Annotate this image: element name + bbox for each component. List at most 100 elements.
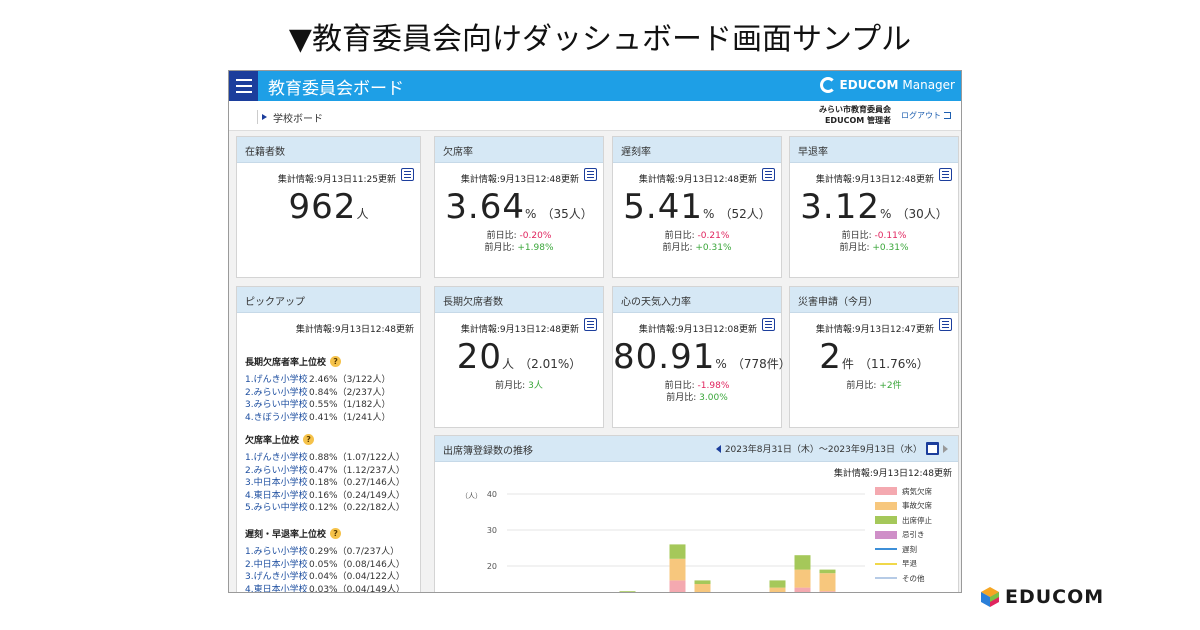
big-value: 5.41 [623, 187, 703, 227]
school-link[interactable]: 3.中日本小学校 [245, 477, 309, 490]
card-long-term-absence: 長期欠席者数 集計情報:9月13日12:48更新 20人 （2.01%） 前月比… [434, 286, 604, 428]
educom-footer-logo: EDUCOM [981, 586, 1104, 608]
calendar-icon[interactable] [926, 442, 939, 455]
card-title: 遅刻率 [613, 137, 781, 163]
y-tick-label: 40 [487, 490, 497, 499]
school-rate: 0.16%（0.24/149人） [309, 490, 405, 501]
legend-item: 出席停止 [875, 513, 932, 528]
list-icon[interactable] [584, 168, 597, 181]
month-label: 前月比: [846, 381, 877, 391]
legend-label: 事故欠席 [902, 501, 932, 511]
bar-segment [769, 580, 786, 588]
legend-item: 遅刻 [875, 542, 932, 557]
hamburger-menu-button[interactable] [229, 71, 258, 101]
big-value: 3.12 [800, 187, 880, 227]
legend-swatch [875, 548, 897, 551]
month-value: +2件 [879, 381, 902, 391]
school-link[interactable]: 3.げんき小学校 [245, 571, 309, 584]
bar-segment [669, 558, 686, 581]
list-icon[interactable] [401, 168, 414, 181]
school-rate: 0.47%（1.12/237人） [309, 465, 405, 476]
bar-segment [819, 591, 836, 592]
card-title: ピックアップ [237, 287, 420, 313]
day-label: 前日比: [486, 231, 517, 241]
bar-segment [769, 587, 786, 592]
unit: % [715, 357, 727, 371]
bar-segment [794, 555, 811, 570]
card-disaster-request: 災害申請（今月） 集計情報:9月13日12:47更新 2件 （11.76%） 前… [789, 286, 959, 428]
list-item: 5.みらい中学校 0.12%（0.22/182人） [245, 502, 420, 515]
y-tick-label: 30 [487, 526, 497, 535]
list-icon[interactable] [584, 318, 597, 331]
school-link[interactable]: 1.げんき小学校 [245, 374, 309, 387]
sub-bar: 学校ボード みらい市教育委員会 EDUCOM 管理者 ログアウト [229, 101, 961, 131]
next-arrow-icon[interactable] [943, 444, 948, 453]
card-title: 心の天気入力率 [613, 287, 781, 313]
school-link[interactable]: 4.東日本小学校 [245, 584, 309, 593]
school-link[interactable]: 2.中日本小学校 [245, 559, 309, 572]
educom-c-icon [819, 77, 836, 93]
big-value: 20 [456, 337, 503, 377]
help-icon[interactable]: ? [303, 434, 315, 445]
pickup-section-title: 長期欠席者率上位校? [245, 355, 420, 368]
bar-segment [794, 569, 811, 588]
school-link[interactable]: 4.きぼう小学校 [245, 412, 309, 425]
count: （11.76%） [858, 357, 929, 371]
school-link[interactable]: 4.東日本小学校 [245, 490, 309, 503]
breadcrumb-school-board[interactable]: 学校ボード [273, 110, 323, 125]
card-absence-rate: 欠席率 集計情報:9月13日12:48更新 3.64% （35人） 前日比: -… [434, 136, 604, 278]
card-title: 災害申請（今月） [790, 287, 958, 313]
month-value: 3.00% [699, 393, 728, 403]
legend-label: その他 [902, 573, 925, 583]
bar-segment [819, 573, 836, 592]
card-title: 在籍者数 [237, 137, 420, 163]
legend-item: 病気欠席 [875, 484, 932, 499]
pickup-section-label: 長期欠席者率上位校 [245, 358, 327, 368]
list-item: 4.東日本小学校 0.03%（0.04/149人） [245, 584, 420, 593]
bar-segment [669, 544, 686, 559]
school-link[interactable]: 1.みらい小学校 [245, 546, 309, 559]
list-icon[interactable] [939, 168, 952, 181]
legend-label: 遅刻 [902, 544, 917, 554]
school-rate: 0.84%（2/237人） [309, 387, 391, 398]
help-icon[interactable]: ? [330, 528, 342, 539]
school-link[interactable]: 2.みらい小学校 [245, 387, 309, 400]
legend-label: 早退 [902, 559, 917, 569]
logout-link[interactable]: ログアウト [901, 110, 951, 121]
list-icon[interactable] [762, 168, 775, 181]
user-info: みらい市教育委員会 EDUCOM 管理者 [819, 104, 891, 126]
legend-item: その他 [875, 571, 932, 586]
help-icon[interactable]: ? [330, 356, 342, 367]
month-value: +0.31% [872, 243, 909, 253]
month-label: 前月比: [484, 243, 515, 253]
date-range: 2023年8月31日（木）～2023年9月13日（水） [724, 445, 922, 455]
updated-text: 集計情報:9月13日12:48更新 [815, 175, 934, 185]
school-link[interactable]: 5.みらい中学校 [245, 502, 309, 515]
school-link[interactable]: 3.みらい中学校 [245, 399, 309, 412]
month-label: 前月比: [495, 381, 526, 391]
month-value: 3人 [528, 381, 543, 391]
list-icon[interactable] [762, 318, 775, 331]
school-link[interactable]: 1.げんき小学校 [245, 452, 309, 465]
educom-cube-icon [981, 587, 999, 607]
updated-text: 集計情報:9月13日12:08更新 [638, 325, 757, 335]
breadcrumb[interactable]: 学校ボード [257, 110, 323, 125]
list-item: 3.みらい中学校 0.55%（1/182人） [245, 399, 420, 412]
exit-icon [944, 112, 951, 119]
user-name: EDUCOM 管理者 [824, 116, 891, 125]
brand-logo: EDUCOM Manager [819, 77, 955, 93]
day-value: -1.98% [697, 381, 730, 391]
updated-text: 集計情報:9月13日12:48更新 [460, 325, 579, 335]
school-rate: 0.29%（0.7/237人） [309, 547, 400, 557]
updated-text: 集計情報:9月13日12:47更新 [815, 325, 934, 335]
list-item: 4.東日本小学校 0.16%（0.24/149人） [245, 490, 420, 503]
card-late-rate: 遅刻率 集計情報:9月13日12:48更新 5.41% （52人） 前日比: -… [612, 136, 782, 278]
prev-arrow-icon[interactable] [715, 444, 721, 453]
big-value: 2 [819, 337, 842, 377]
bar-segment [794, 587, 811, 592]
school-link[interactable]: 2.みらい小学校 [245, 465, 309, 478]
list-item: 4.きぼう小学校 0.41%（1/241人） [245, 412, 420, 425]
dashboard-screenshot: 教育委員会ボード EDUCOM Manager 学校ボード みらい市教育委員会 … [228, 70, 962, 593]
list-icon[interactable] [939, 318, 952, 331]
pickup-section: 欠席率上位校? 1.げんき小学校 0.88%（1.07/122人） 2.みらい小学校 0… [245, 433, 420, 515]
